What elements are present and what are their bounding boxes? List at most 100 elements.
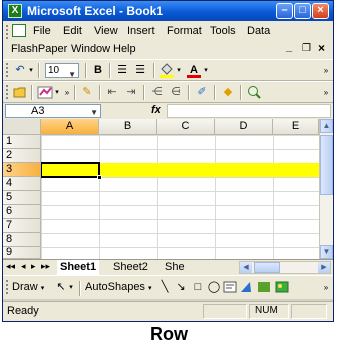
formula-input[interactable] [167, 104, 331, 118]
wordart-icon[interactable] [239, 280, 253, 295]
minimize-button[interactable]: – [276, 3, 293, 19]
menu-format[interactable]: Format [167, 25, 202, 37]
row-header-5[interactable]: 5 [3, 191, 41, 205]
split-icon[interactable]: ⋳ [168, 85, 184, 100]
formatting-toolbar: ↶ ▾ 10 ▼ B ☰ ☰ ▾ A ▾ » [3, 59, 333, 81]
row-header-1[interactable]: 1 [3, 135, 41, 149]
arrow-icon[interactable]: ↘ [175, 280, 187, 295]
toolbar-grip-icon[interactable] [6, 63, 11, 77]
sheet-tab-sheet1[interactable]: Sheet1 [57, 260, 100, 275]
sheet-tab-sheet3[interactable]: She [165, 260, 185, 275]
fill-color-icon[interactable] [159, 63, 175, 78]
align-center-icon[interactable]: ☰ [114, 63, 130, 78]
toolbar-grip-icon[interactable] [6, 25, 11, 39]
draw-menu-button[interactable]: Draw ▾ [12, 280, 44, 295]
column-header-a[interactable]: A [41, 119, 99, 135]
sheet-tab-sheet2[interactable]: Sheet2 [113, 260, 148, 275]
highlight-icon[interactable]: ◆ [220, 85, 236, 100]
pen-icon[interactable]: ✐ [194, 85, 210, 100]
menu-help[interactable]: Help [113, 43, 136, 55]
rectangle-icon[interactable]: □ [191, 280, 205, 295]
row-header-7[interactable]: 7 [3, 219, 41, 233]
row-header-4[interactable]: 4 [3, 177, 41, 191]
chevron-down-icon[interactable]: ▾ [53, 85, 61, 100]
title-bar[interactable]: X Microsoft Excel - Book1 – □ × [3, 1, 333, 21]
indent-right-icon[interactable]: ⇥ [123, 85, 139, 100]
menu-window[interactable]: Window [71, 43, 110, 55]
menu-tools[interactable]: Tools [210, 25, 236, 37]
chevron-down-icon[interactable]: ▾ [27, 63, 35, 78]
next-sheet-icon[interactable]: ▸ [31, 261, 36, 272]
close-button[interactable]: × [312, 3, 329, 19]
menu-edit[interactable]: Edit [63, 25, 82, 37]
column-header-c[interactable]: C [157, 119, 215, 135]
textbox-icon[interactable] [223, 280, 237, 295]
chevron-down-icon[interactable]: ▼ [68, 68, 76, 81]
chart-wizard-icon[interactable] [37, 85, 53, 100]
toolbar-options-icon[interactable]: » [63, 85, 71, 100]
select-pointer-icon[interactable]: ↖ [55, 280, 67, 295]
last-sheet-icon[interactable]: ▸▸ [41, 261, 50, 272]
column-header-e[interactable]: E [273, 119, 319, 135]
toolbar-grip-icon[interactable] [6, 85, 11, 99]
menu-insert[interactable]: Insert [127, 25, 155, 37]
row-header-3[interactable]: 3 [3, 163, 41, 177]
toolbar-options-icon[interactable]: » [321, 63, 331, 78]
merge-icon[interactable]: ⋲ [149, 85, 165, 100]
clipart-icon[interactable] [257, 280, 271, 295]
fx-icon[interactable]: fx [151, 104, 161, 116]
chevron-down-icon[interactable]: ▾ [67, 280, 75, 295]
active-cell-a3[interactable] [40, 162, 100, 178]
doc-restore-button[interactable]: ❐ [302, 43, 311, 54]
menu-data[interactable]: Data [247, 25, 270, 37]
line-icon[interactable]: ╲ [159, 280, 171, 295]
indent-left-icon[interactable]: ⇤ [104, 85, 120, 100]
scroll-right-button[interactable]: ▶ [318, 262, 330, 273]
oval-icon[interactable]: ◯ [207, 280, 221, 295]
cell-area[interactable] [41, 135, 319, 261]
format-painter-icon[interactable]: ✎ [79, 85, 95, 100]
scroll-up-button[interactable]: ▲ [320, 119, 333, 133]
workbook-icon[interactable] [12, 24, 26, 37]
toolbar-options-icon[interactable]: » [321, 280, 331, 295]
bold-button[interactable]: B [91, 63, 105, 78]
doc-minimize-button[interactable]: _ [286, 41, 292, 53]
excel-app-icon[interactable]: X [8, 4, 22, 18]
vertical-scrollbar[interactable]: ▲ ▼ [319, 119, 333, 259]
select-all-corner[interactable] [3, 119, 41, 135]
row-header-8[interactable]: 8 [3, 233, 41, 247]
fill-handle[interactable] [97, 175, 102, 180]
autoshapes-menu-button[interactable]: AutoShapes ▾ [85, 280, 152, 295]
name-box[interactable]: A3 ▼ [5, 104, 101, 118]
worksheet-grid[interactable]: A B C D E 1 2 3 4 5 6 7 8 9 [3, 119, 319, 261]
align-right-icon[interactable]: ☰ [132, 63, 148, 78]
toolbar-options-icon[interactable]: » [321, 85, 331, 100]
font-color-icon[interactable]: A [186, 63, 202, 78]
menu-view[interactable]: View [94, 25, 118, 37]
maximize-button[interactable]: □ [294, 3, 311, 19]
first-sheet-icon[interactable]: ◂◂ [6, 261, 15, 272]
undo-icon[interactable]: ↶ [13, 63, 27, 78]
column-header-d[interactable]: D [215, 119, 273, 135]
prev-sheet-icon[interactable]: ◂ [21, 261, 26, 272]
menu-file[interactable]: File [33, 25, 51, 37]
row-header-6[interactable]: 6 [3, 205, 41, 219]
scroll-down-button[interactable]: ▼ [320, 245, 333, 259]
horizontal-scrollbar[interactable]: ◀ ▶ [239, 261, 331, 274]
zoom-icon[interactable] [246, 85, 262, 100]
font-size-dropdown[interactable]: 10 ▼ [45, 63, 79, 81]
column-header-b[interactable]: B [99, 119, 157, 135]
doc-close-button[interactable]: × [318, 41, 325, 55]
toolbar-grip-icon[interactable] [6, 280, 11, 294]
row-header-2[interactable]: 2 [3, 149, 41, 163]
menu-flashpaper[interactable]: FlashPaper [11, 43, 67, 55]
scroll-left-button[interactable]: ◀ [240, 262, 252, 273]
picture-icon[interactable] [275, 280, 289, 295]
horizontal-scroll-thumb[interactable] [254, 262, 280, 273]
vertical-scroll-thumb[interactable] [320, 135, 333, 195]
chevron-down-icon[interactable]: ▾ [202, 63, 210, 78]
chevron-down-icon[interactable]: ▼ [90, 107, 98, 119]
row-header-9[interactable]: 9 [3, 247, 41, 259]
chevron-down-icon[interactable]: ▾ [175, 63, 183, 78]
open-folder-icon[interactable] [13, 85, 27, 100]
